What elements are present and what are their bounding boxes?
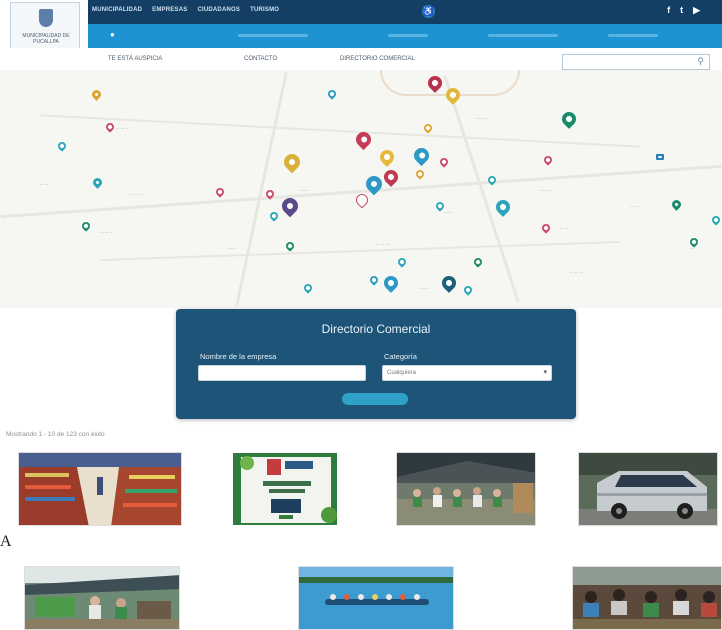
map-marker[interactable] — [56, 140, 68, 152]
map-marker[interactable] — [422, 122, 434, 134]
category-label: Categoría — [384, 352, 417, 361]
facebook-icon[interactable]: f — [667, 5, 670, 16]
map-marker[interactable] — [326, 88, 338, 100]
chevron-down-icon: ▾ — [543, 369, 547, 376]
search-button[interactable] — [342, 393, 408, 405]
top-nav: MUNICIPALIDAD EMPRESAS CIUDADANOS TURISM… — [92, 7, 279, 13]
secondary-nav-bar: ● — [88, 24, 722, 48]
logo-text: MUNICIPALIDAD DE PUCALLPA — [22, 33, 70, 45]
map-marker[interactable] — [280, 150, 304, 174]
map-marker[interactable] — [104, 121, 116, 133]
map-marker[interactable] — [559, 109, 579, 129]
map-marker[interactable] — [284, 240, 296, 252]
river-boats-image — [299, 567, 453, 629]
map-road — [40, 114, 640, 148]
map-marker[interactable] — [353, 191, 371, 209]
business-card-tourism-poster[interactable] — [232, 452, 338, 526]
map-marker[interactable] — [377, 147, 397, 167]
map-marker[interactable] — [302, 282, 314, 294]
picnic-photo-image — [25, 567, 179, 629]
sub-nav-item-contacto[interactable]: CONTACTO — [244, 56, 277, 62]
map-marker[interactable] — [90, 88, 103, 101]
map-marker[interactable] — [670, 198, 683, 211]
map-marker[interactable] — [381, 273, 401, 293]
twitter-icon[interactable]: t — [680, 5, 683, 16]
map-marker[interactable] — [439, 273, 459, 293]
sub-nav-item-directorio[interactable]: DIRECTORIO COMERCIAL — [340, 56, 415, 62]
results-count: Mostrando 1 - 10 de 123 con éxito — [6, 431, 105, 438]
municipal-logo[interactable]: MUNICIPALIDAD DE PUCALLPA — [10, 2, 80, 52]
group-ground-image — [573, 567, 721, 629]
nav-item-blurred[interactable] — [608, 34, 658, 37]
map-marker[interactable] — [268, 210, 280, 222]
map-marker[interactable] — [438, 156, 450, 168]
map-marker[interactable] — [472, 256, 484, 268]
business-map[interactable]: ·· ·· ·· ·· ·· ·· ·· ·· ·· ·· ·· ·· ·· ·… — [0, 70, 722, 308]
social-links: f t ▶ — [667, 5, 700, 16]
map-marker[interactable] — [410, 144, 433, 167]
directory-search-form: Directorio Comercial Nombre de la empres… — [176, 309, 576, 419]
sub-nav-item-1[interactable]: TE ESTÁ AUSPICIA — [108, 56, 162, 62]
nav-item-blurred[interactable] — [488, 34, 558, 37]
nav-item-blurred[interactable] — [238, 34, 308, 37]
business-card-group-ground[interactable] — [572, 566, 722, 630]
top-nav-empresas[interactable]: EMPRESAS — [152, 7, 187, 13]
nav-item-blurred[interactable] — [388, 34, 428, 37]
category-select[interactable]: Cualquiera ▾ — [382, 365, 552, 381]
section-marker: A — [0, 533, 12, 550]
map-road — [0, 164, 722, 219]
map-marker[interactable] — [91, 176, 104, 189]
business-card-group-photo[interactable] — [396, 452, 536, 526]
supermarket-aisle-image — [19, 453, 181, 525]
search-input[interactable]: ⚲ — [562, 54, 710, 70]
search-icon[interactable]: ⚲ — [697, 56, 704, 67]
map-marker[interactable] — [462, 284, 474, 296]
map-road — [100, 240, 620, 262]
business-card-van[interactable] — [578, 452, 718, 526]
van-image — [579, 453, 717, 525]
shield-icon — [39, 9, 53, 27]
map-marker[interactable] — [493, 197, 513, 217]
business-card-supermarket[interactable] — [18, 452, 182, 526]
map-marker[interactable] — [540, 222, 552, 234]
map-marker[interactable] — [80, 220, 92, 232]
map-road — [443, 75, 520, 303]
map-marker[interactable] — [710, 214, 722, 226]
top-nav-ciudadanos[interactable]: CIUDADANOS — [197, 7, 240, 13]
top-nav-municipalidad[interactable]: MUNICIPALIDAD — [92, 7, 142, 13]
youtube-icon[interactable]: ▶ — [693, 5, 700, 16]
map-marker[interactable] — [381, 167, 401, 187]
map-marker[interactable] — [396, 256, 408, 268]
map-marker[interactable] — [656, 154, 664, 160]
map-marker[interactable] — [414, 168, 426, 180]
home-icon[interactable]: ● — [110, 30, 115, 39]
business-card-river[interactable] — [298, 566, 454, 630]
company-name-label: Nombre de la empresa — [200, 352, 277, 361]
directory-title: Directorio Comercial — [321, 322, 431, 336]
top-nav-turismo[interactable]: TURISMO — [250, 7, 279, 13]
group-photo-image — [397, 453, 535, 525]
map-marker[interactable] — [368, 274, 380, 286]
top-navigation-bar: MUNICIPALIDAD EMPRESAS CIUDADANOS TURISM… — [88, 0, 722, 24]
business-card-picnic[interactable] — [24, 566, 180, 630]
map-marker[interactable] — [214, 186, 226, 198]
tourism-poster-image — [233, 453, 337, 525]
map-road — [235, 72, 288, 306]
company-name-input[interactable] — [198, 365, 366, 381]
map-marker[interactable] — [542, 154, 554, 166]
accessibility-icon[interactable]: ♿ — [422, 5, 435, 18]
category-select-value: Cualquiera — [387, 370, 417, 376]
